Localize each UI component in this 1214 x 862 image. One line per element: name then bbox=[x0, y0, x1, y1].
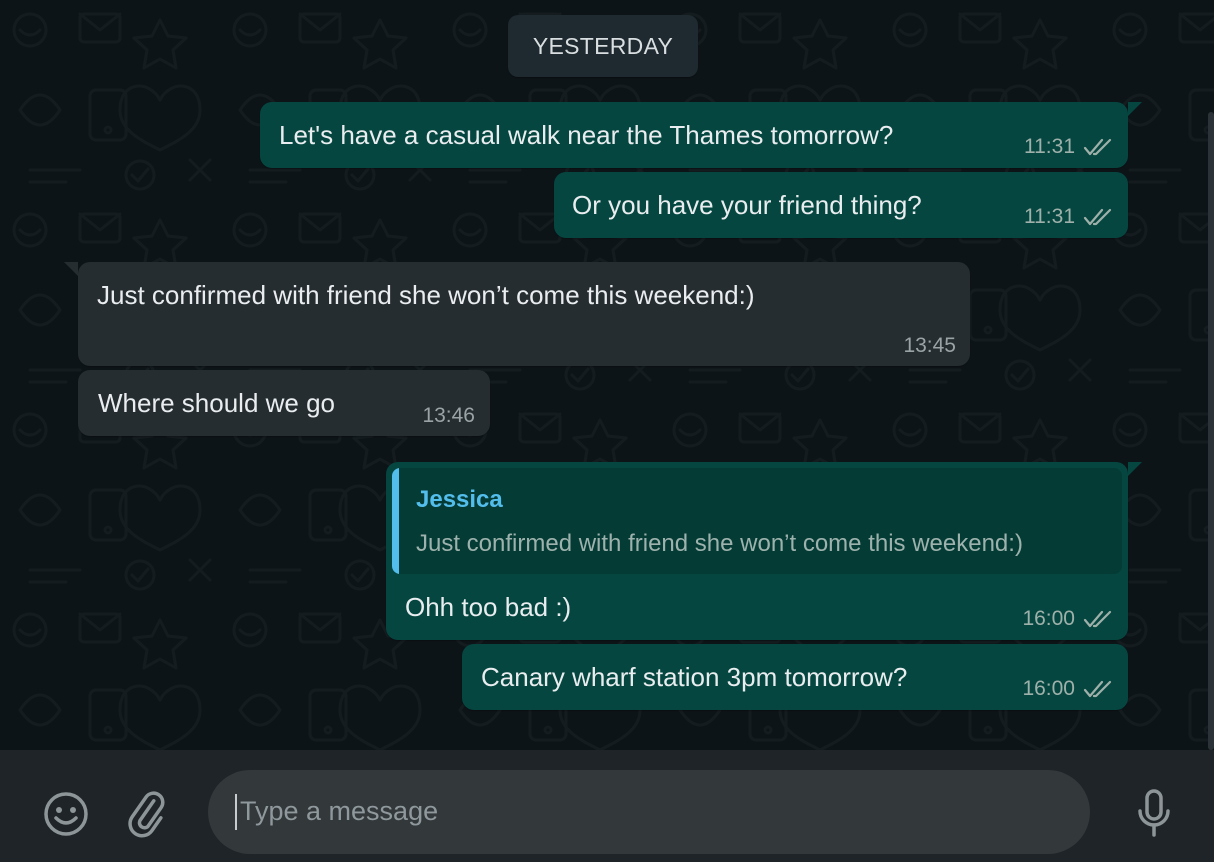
outgoing-reply-message[interactable]: Jessica Just confirmed with friend she w… bbox=[386, 462, 1142, 640]
outgoing-message[interactable]: Let's have a casual walk near the Thames… bbox=[260, 102, 1142, 168]
bubble-tail bbox=[1128, 462, 1142, 476]
message-text: Let's have a casual walk near the Thames… bbox=[279, 120, 894, 150]
double-check-icon bbox=[1083, 208, 1112, 226]
attach-button[interactable] bbox=[122, 788, 174, 840]
message-meta: 11:31 bbox=[1024, 205, 1113, 229]
message-meta: 16:00 bbox=[1022, 677, 1113, 701]
message-text: Canary wharf station 3pm tomorrow? bbox=[481, 662, 908, 692]
message-input[interactable]: Type a message bbox=[208, 770, 1090, 854]
message-text: Ohh too bad :) bbox=[405, 592, 572, 622]
message-text: Just confirmed with friend she won’t com… bbox=[97, 280, 755, 310]
quoted-text: Just confirmed with friend she won’t com… bbox=[416, 530, 1023, 557]
voice-message-button[interactable] bbox=[1128, 786, 1180, 840]
message-list[interactable]: YESTERDAY Let's have a casual walk near … bbox=[0, 0, 1214, 750]
message-text: Or you have your friend thing? bbox=[572, 190, 922, 220]
message-meta: 13:45 bbox=[903, 334, 956, 358]
text-caret bbox=[235, 794, 237, 830]
emoji-icon bbox=[44, 792, 88, 836]
incoming-message[interactable]: Where should we go 13:46 bbox=[78, 370, 490, 436]
message-time: 13:46 bbox=[422, 404, 475, 427]
paperclip-icon bbox=[128, 791, 165, 838]
message-time: 16:00 bbox=[1022, 677, 1075, 700]
double-check-icon bbox=[1083, 680, 1112, 698]
composer-bar: Type a message bbox=[0, 750, 1214, 862]
chat-window: YESTERDAY Let's have a casual walk near … bbox=[0, 0, 1214, 862]
quote-accent-bar bbox=[392, 468, 399, 574]
incoming-message[interactable]: Just confirmed with friend she won’t com… bbox=[64, 262, 970, 366]
message-meta: 13:46 bbox=[422, 404, 475, 428]
double-check-icon bbox=[1083, 138, 1112, 156]
message-time: 13:45 bbox=[903, 334, 956, 357]
message-time: 11:31 bbox=[1024, 135, 1075, 158]
microphone-icon bbox=[1138, 789, 1170, 837]
emoji-button[interactable] bbox=[40, 788, 92, 840]
bubble-tail bbox=[64, 262, 78, 276]
bubble-tail bbox=[1128, 102, 1142, 116]
double-check-icon bbox=[1083, 610, 1112, 628]
outgoing-message[interactable]: Or you have your friend thing? 11:31 bbox=[554, 172, 1128, 238]
message-time: 11:31 bbox=[1024, 205, 1075, 228]
outgoing-message[interactable]: Canary wharf station 3pm tomorrow? 16:00 bbox=[462, 644, 1128, 710]
message-meta: 16:00 bbox=[1022, 607, 1113, 631]
quoted-message[interactable]: Jessica Just confirmed with friend she w… bbox=[392, 468, 1122, 574]
date-divider: YESTERDAY bbox=[508, 15, 698, 77]
message-time: 16:00 bbox=[1022, 607, 1075, 630]
message-text: Where should we go bbox=[98, 388, 336, 418]
message-meta: 11:31 bbox=[1024, 135, 1113, 159]
message-input-placeholder: Type a message bbox=[240, 796, 439, 826]
scrollbar[interactable] bbox=[1208, 112, 1214, 750]
quoted-author: Jessica bbox=[416, 486, 503, 513]
